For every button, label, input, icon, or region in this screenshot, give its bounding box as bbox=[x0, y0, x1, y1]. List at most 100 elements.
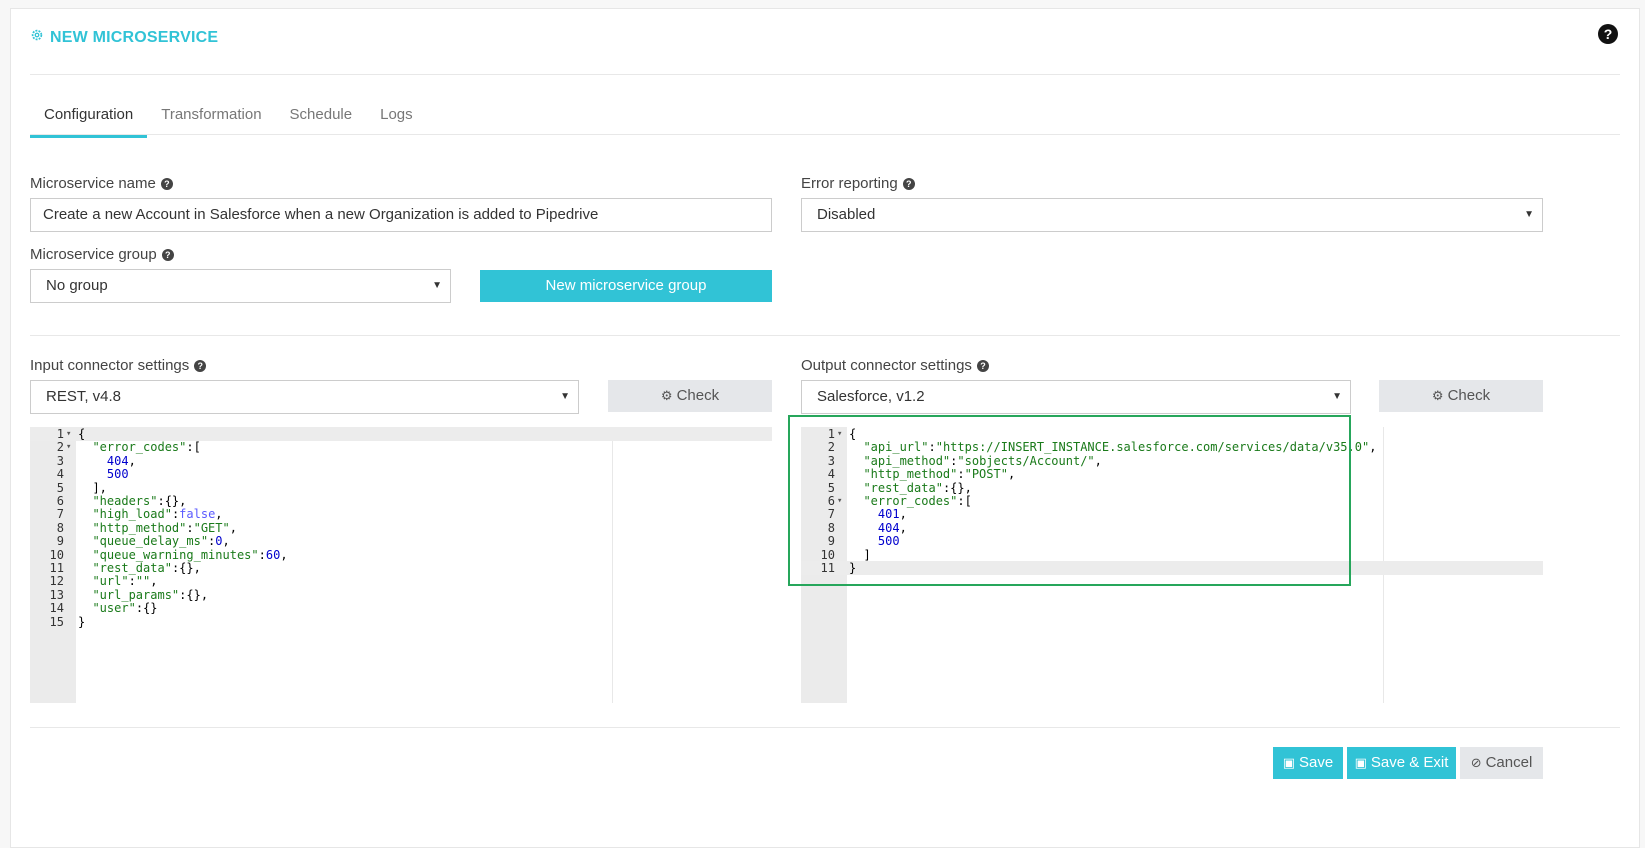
help-icon[interactable]: ? bbox=[976, 359, 989, 372]
input-connector-label: Input connector settings ? bbox=[30, 357, 207, 374]
code-line: 9 "queue_delay_ms":0, bbox=[30, 534, 772, 548]
line-number: 1 bbox=[56, 427, 64, 441]
code-line: 1 ▾ { bbox=[30, 427, 772, 441]
divider bbox=[30, 335, 1620, 336]
save-label: Save bbox=[1299, 754, 1334, 771]
cogs-icon: ⚙ bbox=[660, 388, 673, 403]
code-text: "queue_delay_ms":0, bbox=[92, 534, 230, 549]
save-button[interactable]: ▣ Save bbox=[1273, 747, 1343, 779]
code-text: "url_params":{}, bbox=[92, 587, 209, 602]
microservice-name-label-text: Microservice name bbox=[30, 175, 156, 192]
code-text: "high_load":false, bbox=[92, 507, 223, 522]
output-check-button[interactable]: ⚙ Check bbox=[1379, 380, 1543, 412]
ban-icon: ⊘ bbox=[1470, 755, 1482, 770]
code-line: 12 "url":"", bbox=[30, 574, 772, 588]
save-icon: ▣ bbox=[1282, 755, 1296, 770]
input-check-label: Check bbox=[676, 387, 720, 404]
tab-logs[interactable]: Logs bbox=[366, 96, 427, 138]
tab-transformation[interactable]: Transformation bbox=[147, 96, 275, 138]
chevron-down-icon: ▼ bbox=[1524, 209, 1534, 220]
output-connector-value: Salesforce, v1.2 bbox=[817, 388, 925, 405]
help-icon[interactable]: ? bbox=[1598, 24, 1618, 44]
line-number: 4 bbox=[56, 467, 64, 482]
output-connector-select[interactable]: Salesforce, v1.2 ▼ bbox=[801, 380, 1351, 414]
page-title-text: NEW MICROSERVICE bbox=[50, 28, 219, 46]
microservice-group-label-text: Microservice group bbox=[30, 246, 157, 263]
code-text: } bbox=[78, 614, 86, 629]
input-connector-label-text: Input connector settings bbox=[30, 357, 190, 374]
cogs-icon: ⚙ bbox=[1431, 388, 1444, 403]
line-number: 15 bbox=[49, 614, 64, 629]
output-connector-label-text: Output connector settings bbox=[801, 357, 972, 374]
error-reporting-label: Error reporting ? bbox=[801, 175, 915, 192]
microservice-name-input[interactable]: Create a new Account in Salesforce when … bbox=[30, 198, 772, 232]
code-line: 15} bbox=[30, 615, 772, 629]
chevron-down-icon: ▼ bbox=[560, 391, 570, 402]
code-line: 5 ], bbox=[30, 481, 772, 495]
tab-divider bbox=[30, 134, 1620, 135]
code-text: { bbox=[78, 427, 86, 441]
help-icon[interactable]: ? bbox=[160, 177, 173, 190]
error-reporting-select[interactable]: Disabled ▼ bbox=[801, 198, 1543, 232]
help-icon[interactable]: ? bbox=[161, 248, 174, 261]
line-number: 3 bbox=[56, 453, 64, 468]
code-text: "user":{} bbox=[92, 601, 158, 616]
code-text: "rest_data":{}, bbox=[92, 561, 201, 575]
input-check-button[interactable]: ⚙ Check bbox=[608, 380, 772, 412]
divider bbox=[30, 74, 1620, 75]
line-number: 9 bbox=[56, 534, 64, 549]
error-reporting-label-text: Error reporting bbox=[801, 175, 898, 192]
code-line: 6 "headers":{}, bbox=[30, 494, 772, 508]
code-line: 8 "http_method":"GET", bbox=[30, 521, 772, 535]
line-number: 5 bbox=[56, 480, 64, 495]
output-check-label: Check bbox=[1447, 387, 1491, 404]
line-number: 10 bbox=[49, 547, 64, 562]
code-text: 500 bbox=[106, 467, 129, 482]
tab-bar: Configuration Transformation Schedule Lo… bbox=[30, 96, 427, 138]
line-number: 12 bbox=[49, 574, 64, 589]
code-text: "queue_warning_minutes":60, bbox=[92, 547, 288, 562]
tab-configuration[interactable]: Configuration bbox=[30, 96, 148, 138]
code-line: 7 "high_load":false, bbox=[30, 507, 772, 521]
help-icon[interactable]: ? bbox=[902, 177, 915, 190]
code-line: 10 "queue_warning_minutes":60, bbox=[30, 548, 772, 562]
help-icon[interactable]: ? bbox=[194, 359, 207, 372]
code-line: 2 ▾ "error_codes":[ bbox=[30, 440, 772, 454]
input-connector-value: REST, v4.8 bbox=[46, 388, 122, 405]
line-number: 11 bbox=[49, 561, 64, 575]
microservice-group-value: No group bbox=[46, 277, 108, 294]
line-number: 7 bbox=[56, 507, 64, 522]
save-exit-label: Save & Exit bbox=[1370, 754, 1449, 771]
input-code-editor[interactable]: 1 ▾{2 ▾ "error_codes":[3 404, 4 500 5 ], 6 "h… bbox=[30, 427, 772, 703]
microservice-group-label: Microservice group ? bbox=[30, 246, 174, 263]
fold-arrow-icon[interactable]: ▾ bbox=[66, 440, 71, 454]
fold-arrow-icon[interactable]: ▾ bbox=[66, 427, 71, 441]
input-connector-select[interactable]: REST, v4.8 ▼ bbox=[30, 380, 579, 414]
line-number: 6 bbox=[56, 494, 64, 508]
tab-schedule[interactable]: Schedule bbox=[276, 96, 367, 138]
code-line: 14 "user":{} bbox=[30, 601, 772, 615]
code-text: "url":"", bbox=[92, 574, 158, 589]
chevron-down-icon: ▼ bbox=[432, 280, 442, 291]
code-line: 3 404, bbox=[30, 454, 772, 468]
line-number: 14 bbox=[49, 601, 64, 616]
code-line: 13 "url_params":{}, bbox=[30, 588, 772, 602]
cancel-label: Cancel bbox=[1485, 754, 1533, 771]
cancel-button[interactable]: ⊘ Cancel bbox=[1460, 747, 1543, 779]
code-text: ], bbox=[78, 480, 107, 495]
divider bbox=[30, 727, 1620, 728]
line-number: 2 bbox=[56, 440, 64, 455]
chevron-down-icon: ▼ bbox=[1332, 391, 1342, 402]
microservice-group-select[interactable]: No group ▼ bbox=[30, 269, 451, 303]
code-line: 4 500 bbox=[30, 467, 772, 481]
save-icon: ▣ bbox=[1354, 755, 1367, 770]
microservice-name-label: Microservice name ? bbox=[30, 175, 173, 192]
code-line: 11 "rest_data":{}, bbox=[30, 561, 772, 575]
new-microservice-group-button[interactable]: New microservice group bbox=[480, 270, 772, 302]
code-text: "headers":{}, bbox=[92, 494, 187, 508]
gear-icon bbox=[30, 28, 44, 47]
line-number: 8 bbox=[56, 520, 64, 535]
page-title: NEW MICROSERVICE bbox=[30, 28, 218, 47]
line-number: 13 bbox=[49, 587, 64, 602]
save-exit-button[interactable]: ▣ Save & Exit bbox=[1347, 747, 1456, 779]
